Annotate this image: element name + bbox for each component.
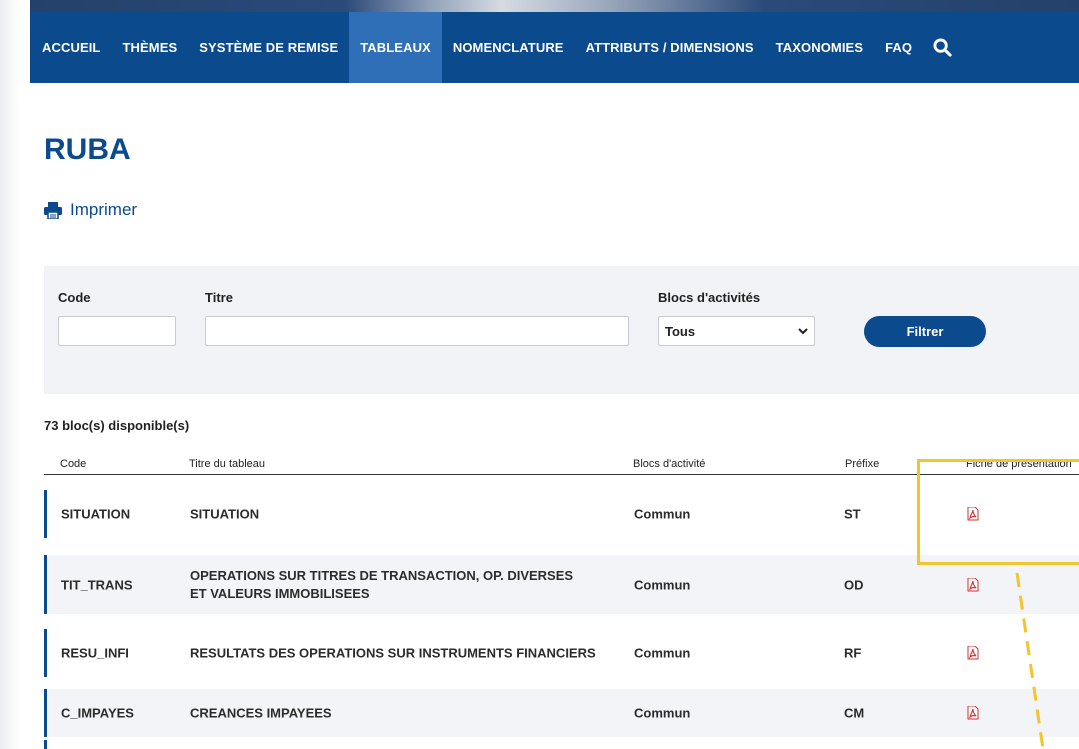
row-prefix: ST: [844, 506, 861, 522]
nav-item-taxonomies[interactable]: TAXONOMIES: [765, 12, 874, 83]
header-blocs[interactable]: Blocs d'activité: [633, 458, 705, 470]
nav-item-faq[interactable]: FAQ: [874, 12, 923, 83]
row-code: TIT_TRANS: [61, 577, 133, 592]
page-left-shadow: [0, 0, 20, 749]
row-title[interactable]: OPERATIONS SUR TITRES DE TRANSACTION, OP…: [190, 567, 590, 603]
header-code[interactable]: Code: [60, 458, 86, 470]
nav-item-tableaux[interactable]: TABLEAUX: [349, 12, 442, 83]
page-title: RUBA: [44, 133, 131, 166]
code-filter-input[interactable]: [58, 316, 176, 346]
row-blocs: Commun: [634, 506, 691, 522]
table-row-partial: [44, 740, 47, 749]
row-title[interactable]: RESULTATS DES OPERATIONS SUR INSTRUMENTS…: [190, 646, 596, 661]
blocs-filter-select[interactable]: Tous: [658, 316, 815, 346]
row-code: C_IMPAYES: [61, 705, 134, 721]
print-link[interactable]: Imprimer: [44, 200, 137, 220]
pdf-icon[interactable]: [967, 577, 979, 592]
pdf-icon[interactable]: [967, 646, 979, 660]
chevron-down-icon: [798, 327, 808, 334]
pdf-icon[interactable]: [967, 706, 979, 720]
row-prefix: RF: [844, 645, 862, 661]
blocs-filter-label: Blocs d'activités: [658, 290, 761, 305]
main-navigation: ACCUEIL THÈMES SYSTÈME DE REMISE TABLEAU…: [30, 12, 1079, 83]
row-blocs: Commun: [634, 705, 691, 721]
results-count: 73 bloc(s) disponible(s): [44, 418, 190, 433]
table-row: RESU_INFI RESULTATS DES OPERATIONS SUR I…: [44, 629, 1079, 677]
filter-panel: Code Titre Blocs d'activités Tous Filtre…: [44, 266, 1079, 394]
table-row: C_IMPAYES CREANCES IMPAYEES Commun CM: [44, 689, 1079, 737]
code-filter-label: Code: [58, 290, 91, 305]
row-prefix: CM: [844, 705, 865, 721]
row-prefix: OD: [844, 577, 864, 592]
nav-search-button[interactable]: [923, 12, 962, 83]
print-label: Imprimer: [70, 200, 138, 219]
nav-item-accueil[interactable]: ACCUEIL: [30, 12, 111, 83]
header-prefix[interactable]: Préfixe: [845, 458, 879, 470]
header-banner-image: [30, 0, 1079, 12]
nav-item-nomenclature[interactable]: NOMENCLATURE: [442, 12, 575, 83]
nav-item-themes[interactable]: THÈMES: [111, 12, 188, 83]
annotation-highlight-box: [917, 459, 1079, 565]
row-code: SITUATION: [61, 506, 131, 522]
header-title[interactable]: Titre du tableau: [189, 458, 265, 470]
title-filter-input[interactable]: [205, 316, 629, 346]
row-title[interactable]: CREANCES IMPAYEES: [190, 706, 332, 721]
search-icon: [933, 38, 952, 57]
row-code: RESU_INFI: [61, 645, 129, 661]
title-filter-label: Titre: [205, 290, 233, 305]
row-title[interactable]: SITUATION: [190, 507, 259, 522]
row-blocs: Commun: [634, 645, 691, 661]
nav-item-systeme-de-remise[interactable]: SYSTÈME DE REMISE: [188, 12, 349, 83]
printer-icon: [44, 201, 62, 219]
filter-button[interactable]: Filtrer: [864, 316, 986, 347]
nav-item-attributs-dimensions[interactable]: ATTRIBUTS / DIMENSIONS: [575, 12, 765, 83]
row-blocs: Commun: [634, 577, 691, 592]
blocs-filter-selected-value: Tous: [665, 323, 696, 339]
